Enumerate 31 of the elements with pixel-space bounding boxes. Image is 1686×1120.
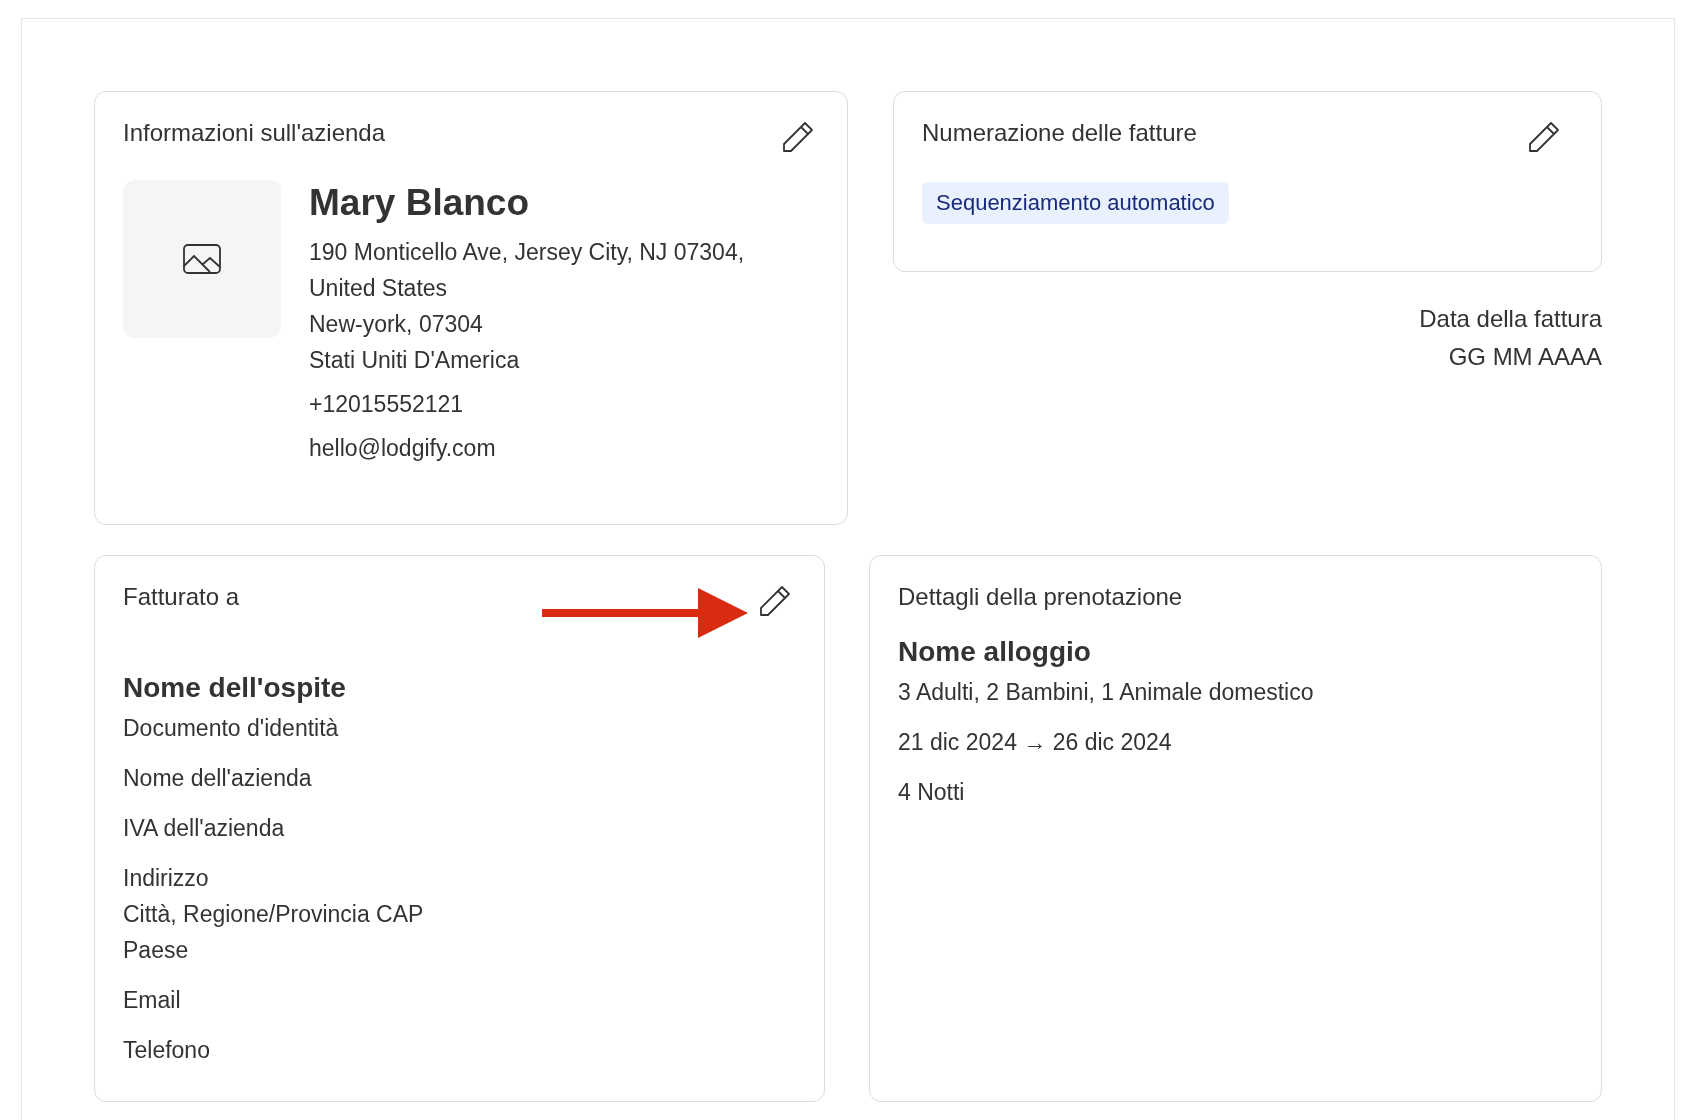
property-name: Nome alloggio bbox=[898, 635, 1092, 669]
booking-detail: 21 dic 2024 → 26 dic 2024 bbox=[898, 728, 1173, 757]
card-title: Informazioni sull'azienda bbox=[123, 118, 387, 148]
company-name: Mary Blanco bbox=[309, 181, 530, 225]
pencil-icon bbox=[1527, 120, 1561, 154]
guest-name: Nome dell'ospite bbox=[123, 671, 347, 705]
field-label: Email bbox=[123, 986, 182, 1015]
date-value: GG MM AAAA bbox=[1447, 342, 1602, 372]
booking-detail: 3 Adulti, 2 Bambini, 1 Animale domestico bbox=[898, 678, 1315, 707]
date-label: Data della fattura bbox=[1418, 304, 1602, 334]
card-title: Dettagli della prenotazione bbox=[898, 582, 1184, 612]
email-address: hello@lodgify.com bbox=[309, 434, 497, 463]
status-badge: Sequenziamento automatico bbox=[922, 182, 1229, 224]
card-title: Numerazione delle fatture bbox=[922, 118, 1198, 148]
field-label: IVA dell'azienda bbox=[123, 814, 286, 843]
field-label: Nome dell'azienda bbox=[123, 764, 313, 793]
pencil-icon bbox=[781, 120, 815, 154]
image-icon bbox=[183, 244, 221, 274]
field-label: Indirizzo bbox=[123, 864, 210, 893]
pencil-icon bbox=[758, 584, 792, 618]
address-line: Stati Uniti D'America bbox=[309, 346, 521, 375]
address-line: 190 Monticello Ave, Jersey City, NJ 07304, bbox=[309, 238, 745, 267]
field-label: Documento d'identità bbox=[123, 714, 340, 743]
field-label: Paese bbox=[123, 936, 190, 965]
field-label: Città, Regione/Provincia CAP bbox=[123, 900, 425, 929]
field-label: Telefono bbox=[123, 1036, 211, 1065]
address-line: United States bbox=[309, 274, 449, 303]
booking-detail: 4 Notti bbox=[898, 778, 966, 807]
address-line: New-york, 07304 bbox=[309, 310, 484, 339]
card-title: Fatturato a bbox=[123, 582, 240, 612]
phone-number: +12015552121 bbox=[309, 390, 465, 419]
